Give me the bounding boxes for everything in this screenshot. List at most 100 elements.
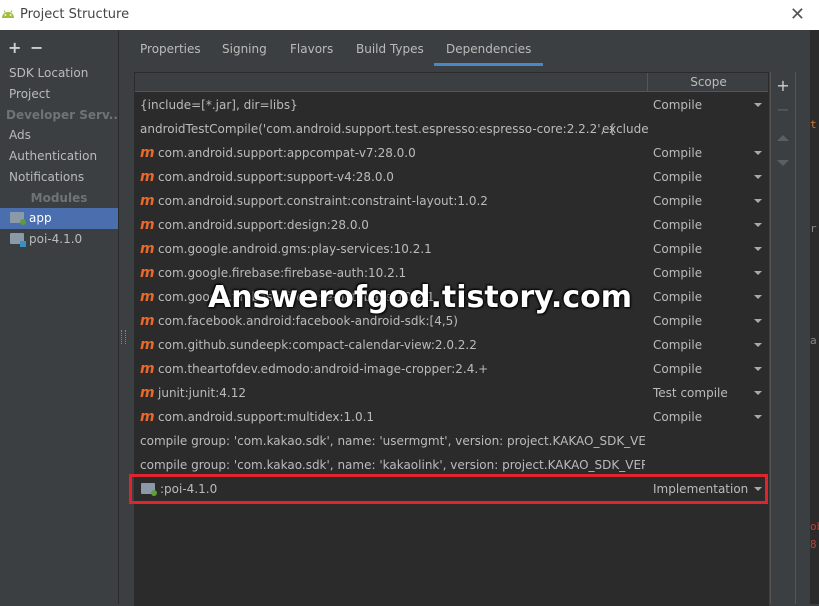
table-row[interactable]: m com.android.support:support-v4:28.0.0 Co…	[135, 165, 768, 189]
scope-value[interactable]: Compile	[653, 285, 753, 309]
sidebar-item-authentication[interactable]: Authentication	[0, 146, 118, 167]
dependency-name: m com.github.sundeepk:compact-calendar-vi…	[140, 333, 645, 357]
dependency-label: compile group: 'com.kakao.sdk', name: 'k…	[140, 458, 645, 472]
dependency-tools: + −	[770, 72, 796, 604]
dependency-name: m junit:junit:4.12	[140, 381, 645, 405]
dependency-name: m com.android.support:design:28.0.0	[140, 213, 645, 237]
table-row[interactable]: {include=[*.jar], dir=libs} Compile	[135, 93, 768, 117]
scope-value[interactable]: Test compile	[653, 381, 753, 405]
dependency-label: {include=[*.jar], dir=libs}	[140, 98, 298, 112]
splitter-handle[interactable]	[121, 330, 126, 344]
table-row[interactable]: m com.android.support.constraint:constrai…	[135, 189, 768, 213]
tab-build-types[interactable]: Build Types	[356, 36, 424, 66]
tab-properties[interactable]: Properties	[140, 36, 201, 66]
table-row[interactable]: compile group: 'com.kakao.sdk', name: 'u…	[135, 429, 768, 453]
scope-value[interactable]: Compile	[653, 165, 753, 189]
scope-value[interactable]: Compile	[653, 405, 753, 429]
table-row[interactable]: m junit:junit:4.12 Test compile	[135, 381, 768, 405]
tab-dependencies[interactable]: Dependencies	[434, 36, 544, 66]
add-dependency-button[interactable]: +	[771, 76, 795, 95]
close-icon[interactable]: ✕	[790, 4, 805, 25]
maven-icon: m	[140, 241, 155, 257]
table-row[interactable]: m com.github.sundeepk:compact-calendar-vi…	[135, 333, 768, 357]
chevron-down-icon[interactable]	[754, 367, 762, 371]
sidebar-item-poi[interactable]: poi-4.1.0	[0, 229, 118, 250]
dependency-label: com.theartofdev.edmodo:android-image-cro…	[158, 362, 489, 376]
tab-flavors[interactable]: Flavors	[290, 36, 333, 66]
sidebar-item-ads[interactable]: Ads	[0, 125, 118, 146]
chevron-down-icon[interactable]	[754, 319, 762, 323]
remove-dependency-button[interactable]: −	[771, 100, 795, 119]
dependency-label: compile group: 'com.kakao.sdk', name: 'u…	[140, 434, 645, 448]
add-module-button[interactable]: +	[8, 38, 26, 57]
module-folder-icon	[10, 212, 26, 225]
table-row[interactable]: m com.android.support:appcompat-v7:28.0.0…	[135, 141, 768, 165]
title-bar: Project Structure ✕	[0, 0, 819, 30]
scope-column-header[interactable]: Scope	[647, 73, 768, 91]
scope-value[interactable]: Compile	[653, 93, 753, 117]
scope-value[interactable]: Compile	[653, 213, 753, 237]
sidebar-item-notifications[interactable]: Notifications	[0, 167, 118, 188]
sidebar-item-project[interactable]: Project	[0, 84, 118, 105]
chevron-down-icon[interactable]	[754, 295, 762, 299]
dependency-extra: exclude	[602, 122, 649, 136]
scope-value[interactable]: Compile	[653, 333, 753, 357]
sidebar-item-sdk-location[interactable]: SDK Location	[0, 63, 118, 84]
chevron-down-icon[interactable]	[754, 415, 762, 419]
chevron-down-icon[interactable]	[754, 175, 762, 179]
dependency-label: junit:junit:4.12	[158, 386, 246, 400]
maven-icon: m	[140, 409, 155, 425]
sidebar-item-app[interactable]: app	[0, 208, 118, 229]
chevron-down-icon[interactable]	[754, 103, 762, 107]
dependency-label: com.android.support:appcompat-v7:28.0.0	[158, 146, 416, 160]
highlight-box	[129, 474, 768, 504]
editor-text: ob	[810, 520, 819, 533]
dependency-label: com.android.support:support-v4:28.0.0	[158, 170, 394, 184]
move-down-icon[interactable]	[777, 160, 789, 166]
window-title: Project Structure	[20, 7, 130, 22]
maven-icon: m	[140, 313, 155, 329]
library-module-icon	[10, 233, 26, 247]
dependency-label: androidTestCompile('com.android.support.…	[140, 122, 616, 136]
dependency-label: com.android.support:multidex:1.0.1	[158, 410, 375, 424]
dependency-name: compile group: 'com.kakao.sdk', name: 'u…	[140, 429, 645, 453]
dependency-label: com.github.sundeepk:compact-calendar-vie…	[158, 338, 477, 352]
chevron-down-icon[interactable]	[754, 247, 762, 251]
scope-value[interactable]: Compile	[653, 237, 753, 261]
dependency-name: m com.android.support.constraint:constrai…	[140, 189, 645, 213]
remove-module-button[interactable]: −	[30, 38, 48, 57]
chevron-down-icon[interactable]	[754, 223, 762, 227]
dependencies-table: Scope {include=[*.jar], dir=libs} Compile…	[134, 72, 769, 606]
scope-value[interactable]: Compile	[653, 309, 753, 333]
maven-icon: m	[140, 385, 155, 401]
table-row[interactable]: m com.android.support:design:28.0.0 Compil…	[135, 213, 768, 237]
tab-signing[interactable]: Signing	[222, 36, 267, 66]
sidebar-item-label: poi-4.1.0	[29, 232, 83, 246]
dependency-label: com.google.android.gms:play-services:10.…	[158, 242, 432, 256]
sidebar-item-label: app	[29, 211, 52, 225]
table-row[interactable]: m com.google.android.gms:play-services:10…	[135, 237, 768, 261]
scope-value[interactable]: Compile	[653, 261, 753, 285]
table-row[interactable]: androidTestCompile('com.android.support.…	[135, 117, 768, 141]
dependency-name: androidTestCompile('com.android.support.…	[140, 117, 645, 141]
table-header: Scope	[135, 73, 768, 92]
scope-value[interactable]: Compile	[653, 189, 753, 213]
chevron-down-icon[interactable]	[754, 391, 762, 395]
table-row[interactable]: m com.android.support:multidex:1.0.1 Compi…	[135, 405, 768, 429]
chevron-down-icon[interactable]	[754, 151, 762, 155]
scope-value[interactable]: Compile	[653, 141, 753, 165]
sidebar-group-modules: Modules	[30, 191, 88, 205]
dependency-name: {include=[*.jar], dir=libs}	[140, 93, 645, 117]
table-row[interactable]: m com.theartofdev.edmodo:android-image-cr…	[135, 357, 768, 381]
watermark: Answerofgod.tistory.com	[208, 280, 632, 315]
dependency-name: m com.android.support:support-v4:28.0.0	[140, 165, 645, 189]
chevron-down-icon[interactable]	[754, 343, 762, 347]
editor-text: r	[810, 222, 817, 235]
scope-value[interactable]: Compile	[653, 357, 753, 381]
sidebar-group-developer-services: Developer Serv...	[6, 108, 118, 122]
maven-icon: m	[140, 193, 155, 209]
chevron-down-icon[interactable]	[754, 199, 762, 203]
sidebar: + − SDK Location Project Developer Serv..…	[0, 30, 119, 604]
chevron-down-icon[interactable]	[754, 271, 762, 275]
move-up-icon[interactable]	[777, 135, 789, 141]
